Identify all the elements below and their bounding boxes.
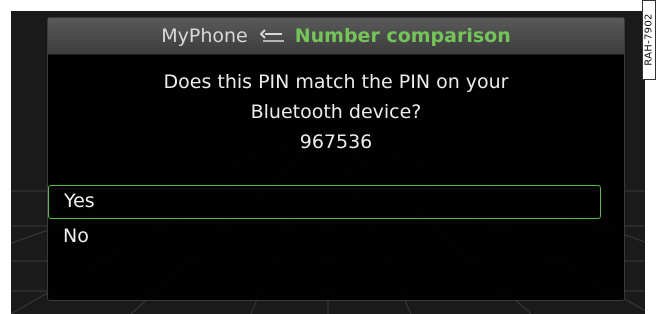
infotainment-screen: MyPhone Number comparison Does this PIN … <box>11 11 645 314</box>
source-label: MyPhone <box>161 25 248 47</box>
question-line-1: Does this PIN match the PIN on your <box>163 71 509 93</box>
figure-reference-tag: RAH-7902 <box>642 0 656 80</box>
option-list: Yes No <box>48 185 624 253</box>
figure-reference: RAH-7902 <box>643 13 655 66</box>
back-arrow-icon[interactable] <box>259 29 286 43</box>
pin-message: Does this PIN match the PIN on your Blue… <box>48 67 624 157</box>
option-yes[interactable]: Yes <box>48 185 601 219</box>
pairing-dialog: MyPhone Number comparison Does this PIN … <box>47 17 625 301</box>
question-line-2: Bluetooth device? <box>250 101 422 123</box>
pin-value: 967536 <box>299 131 373 153</box>
screen-title: Number comparison <box>294 25 511 47</box>
title-bar: MyPhone Number comparison <box>48 18 624 55</box>
option-no[interactable]: No <box>48 219 624 253</box>
